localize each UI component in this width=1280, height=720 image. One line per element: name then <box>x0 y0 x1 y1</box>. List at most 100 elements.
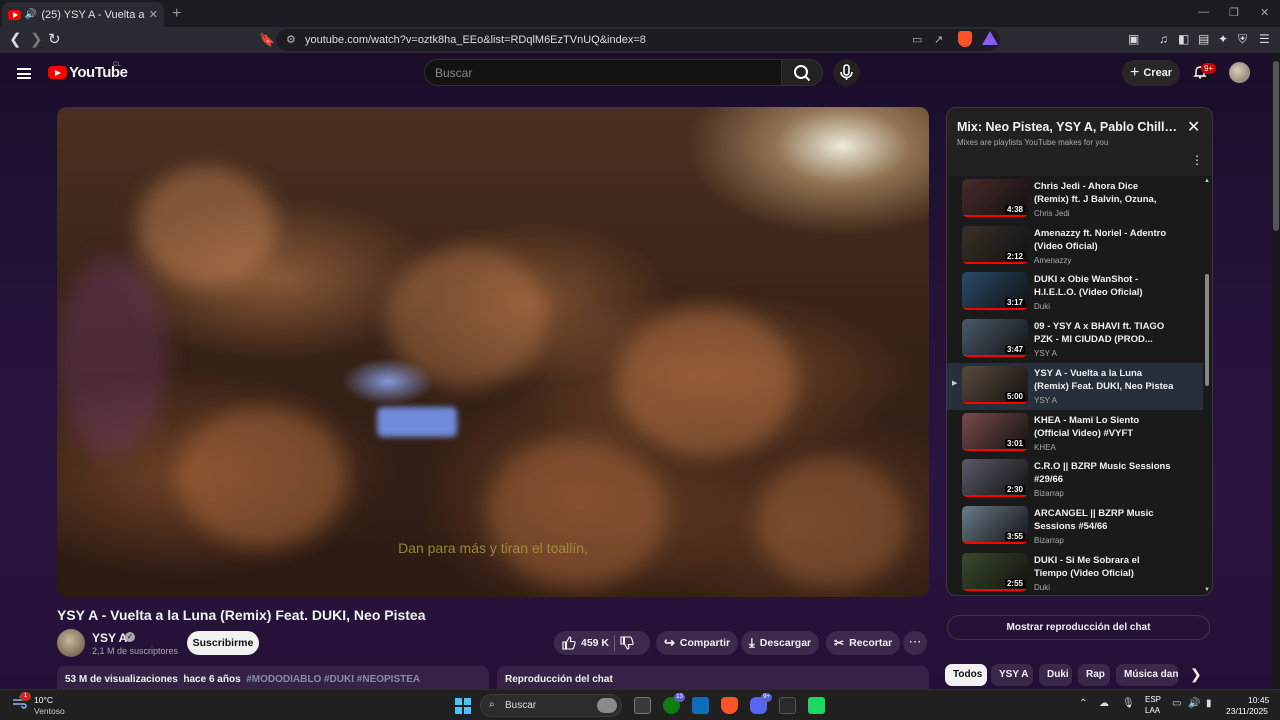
video-duration: 3:01 <box>1004 438 1025 448</box>
show-hidden-icons-icon[interactable]: ⌃ <box>1079 698 1087 709</box>
verified-check-icon: ✓ <box>125 632 135 642</box>
now-playing-icon: ▶ <box>952 379 958 387</box>
download-icon: ⤓ <box>749 635 755 650</box>
audio-playing-icon[interactable]: 🔊 <box>25 9 37 20</box>
wallet-icon[interactable]: ▤ <box>1198 32 1209 46</box>
battery-icon[interactable]: ▮ <box>1206 698 1212 709</box>
clock-time[interactable]: 10:45 <box>1248 695 1269 705</box>
watched-progress-bar <box>962 215 1028 217</box>
scissors-icon: ✂ <box>834 636 845 650</box>
new-tab-icon[interactable]: + <box>172 5 181 23</box>
playlist-item-title: KHEA - Mami Lo Siento (Official Video) #… <box>1034 414 1140 439</box>
playlist-title[interactable]: Mix: Neo Pistea, YSY A, Pablo Chill-E y … <box>957 120 1179 134</box>
filter-chip[interactable]: Todos <box>945 664 987 686</box>
filter-chip[interactable]: Duki <box>1039 664 1072 686</box>
sidebar-toggle-icon[interactable]: ◧ <box>1178 32 1189 46</box>
like-button[interactable]: 459 K <box>562 636 609 650</box>
mic-tray-icon[interactable]: 🎙 <box>1122 698 1135 709</box>
hashtags[interactable]: #MODODIABLO #DUKI #NEOPISTEA <box>246 674 420 685</box>
playlist-item[interactable]: 4:38 Chris Jedi - Ahora Dice (Remix) ft. … <box>947 176 1203 223</box>
watched-progress-bar <box>962 355 1028 358</box>
scroll-up-icon[interactable]: ▲ <box>1204 178 1210 184</box>
hamburger-menu-icon[interactable] <box>17 68 31 79</box>
browser-tab[interactable]: 🔊 (25) YSY A - Vuelta a la Luna ✕ <box>2 2 164 27</box>
brave-browser-icon[interactable] <box>721 697 738 714</box>
playlist-panel: Mix: Neo Pistea, YSY A, Pablo Chill-E y … <box>946 107 1213 596</box>
share-button[interactable]: ↪ Compartir <box>656 631 739 655</box>
music-icon[interactable]: ♫ <box>1159 32 1168 46</box>
sidebar-panel-icon[interactable]: ▣ <box>1128 32 1139 46</box>
account-avatar[interactable] <box>1229 62 1250 83</box>
reload-icon[interactable]: ↻ <box>48 30 61 50</box>
playlist-item[interactable]: 3:55 ARCANGEL || BZRP Music Sessions #54/… <box>947 503 1203 550</box>
search-input[interactable]: Buscar <box>424 59 782 86</box>
playlist-item[interactable]: 3:01 KHEA - Mami Lo Siento (Official Vide… <box>947 410 1203 457</box>
clock-date[interactable]: 23/11/2025 <box>1226 706 1268 716</box>
search-button[interactable] <box>781 59 823 86</box>
playlist-item-title: Chris Jedi - Ahora Dice (Remix) ft. J Ba… <box>1034 181 1157 205</box>
address-bar[interactable]: ⚙ youtube.com/watch?v=oztk8ha_EEo&list=R… <box>276 29 1000 51</box>
outlook-icon[interactable] <box>692 697 709 714</box>
leo-ai-icon[interactable]: ✦ <box>1218 32 1228 46</box>
task-view-icon[interactable] <box>634 697 651 714</box>
app-icon[interactable] <box>808 697 825 714</box>
playlist-thumbnail: 3:17 <box>962 272 1028 311</box>
playlist-item[interactable]: 3:17 DUKI x Obie WanShot - H.I.E.L.O. (Vi… <box>947 269 1203 316</box>
playlist-item[interactable]: 3:47 09 - YSY A x BHAVI ft. TIAGO PZK - M… <box>947 316 1203 363</box>
watched-progress-bar <box>962 261 1028 264</box>
playlist-item[interactable]: 2:12 Amenazzy ft. Noriel - Adentro (Video… <box>947 223 1203 270</box>
clip-button[interactable]: ✂ Recortar <box>826 631 901 655</box>
channel-name[interactable]: YSY A <box>92 631 127 645</box>
download-button[interactable]: ⤓ Descargar <box>741 631 820 655</box>
bookmark-icon[interactable]: 🔖 <box>259 30 275 50</box>
playlist-item[interactable]: ▶ 5:00 YSY A - Vuelta a la Luna (Remix) Fe… <box>947 362 1203 410</box>
show-chat-replay-button[interactable]: Mostrar reproducción del chat <box>947 615 1210 640</box>
keyboard-language[interactable]: ESP <box>1145 695 1161 704</box>
video-duration: 3:55 <box>1004 531 1025 541</box>
forward-icon[interactable]: ❯ <box>30 30 43 50</box>
brave-rewards-icon[interactable] <box>982 31 998 45</box>
keyboard-layout[interactable]: LAA <box>1145 706 1160 715</box>
chips-next-icon[interactable]: ❯ <box>1190 666 1202 682</box>
tab-close-icon[interactable]: ✕ <box>149 8 158 21</box>
brave-shield-icon[interactable] <box>958 31 972 47</box>
back-icon[interactable]: ❮ <box>9 30 22 50</box>
restore-icon[interactable]: ❐ <box>1229 6 1239 19</box>
watched-progress-bar <box>962 495 1028 498</box>
playlist-menu-icon[interactable]: ⋮ <box>1191 154 1203 166</box>
playlist-scrollbar[interactable] <box>1205 198 1209 578</box>
page-scroll-thumb[interactable] <box>1273 61 1279 231</box>
filter-chip[interactable]: Música dance <box>1116 664 1178 686</box>
playlist-header: Mix: Neo Pistea, YSY A, Pablo Chill-E y … <box>947 108 1212 176</box>
filter-chip[interactable]: YSY A <box>991 664 1033 686</box>
minimize-icon[interactable]: — <box>1198 6 1209 18</box>
game-app-icon[interactable] <box>779 697 796 714</box>
thumbs-down-icon[interactable] <box>620 636 634 650</box>
create-button[interactable]: + Crear <box>1122 60 1180 86</box>
playlist-item[interactable]: 2:55 DUKI - Si Me Sobrara el Tiempo (Vide… <box>947 550 1203 595</box>
playlist-scroll-thumb[interactable] <box>1205 274 1209 386</box>
close-playlist-icon[interactable]: ✕ <box>1187 120 1200 136</box>
voice-search-button[interactable] <box>833 59 860 86</box>
cloud-icon[interactable]: ☁ <box>1099 698 1109 709</box>
window-close-icon[interactable]: ✕ <box>1260 6 1269 19</box>
page-scrollbar[interactable] <box>1272 53 1280 689</box>
share-page-icon[interactable]: ↗ <box>934 33 943 46</box>
cast-icon[interactable]: ▭ <box>912 33 922 46</box>
playlist-item-channel: Chris Jedi <box>1034 209 1070 218</box>
network-icon[interactable]: ▭ <box>1172 698 1181 709</box>
playlist-item[interactable]: 2:30 C.R.O || BZRP Music Sessions #29/66 B… <box>947 456 1203 503</box>
site-settings-icon[interactable]: ⚙ <box>286 33 296 46</box>
filter-chip[interactable]: Rap <box>1078 664 1110 686</box>
taskbar-search[interactable]: ⌕ Buscar <box>480 694 622 717</box>
subscribe-button[interactable]: Suscribirme <box>187 631 259 655</box>
vpn-icon[interactable]: ⛨ <box>1238 32 1247 47</box>
browser-menu-icon[interactable]: ☰ <box>1259 32 1270 46</box>
more-actions-icon[interactable]: ⋯ <box>903 631 927 655</box>
youtube-logo-icon[interactable] <box>48 66 67 79</box>
channel-avatar[interactable] <box>57 629 85 657</box>
video-player[interactable]: Dan para más y tiran el toallín, <box>57 107 929 597</box>
scroll-down-icon[interactable]: ▼ <box>1204 587 1210 593</box>
windows-start-icon[interactable] <box>455 698 471 714</box>
volume-icon[interactable]: 🔊 <box>1188 698 1200 709</box>
